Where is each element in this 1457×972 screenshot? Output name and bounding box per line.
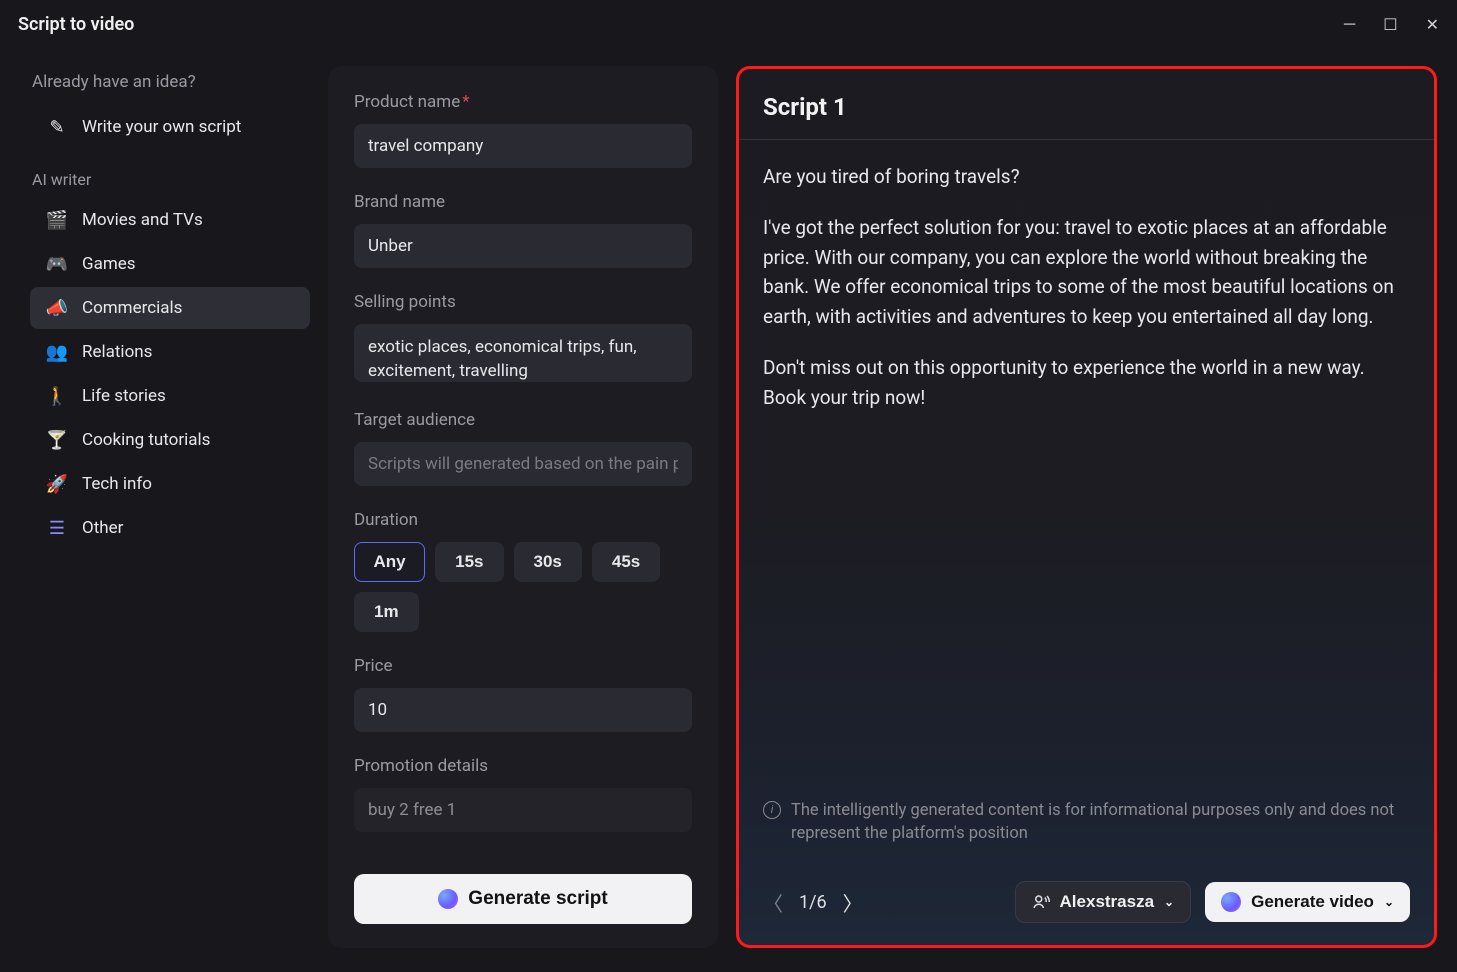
cocktail-icon: 🍸 [46,429,68,451]
promotion-input[interactable] [354,788,692,832]
maximize-button[interactable]: ☐ [1383,15,1397,34]
target-audience-input[interactable] [354,442,692,486]
app-window: Script to video ─ ☐ ✕ Already have an id… [0,0,1457,972]
gamepad-icon: 🎮 [46,253,68,275]
sidebar: Already have an idea? ✎ Write your own s… [30,66,310,948]
sparkle-icon [438,889,458,909]
sidebar-item-label: Cooking tutorials [82,430,210,450]
list-icon: ☰ [46,517,68,539]
voice-selector[interactable]: Alexstrasza ⌄ [1015,881,1192,923]
generate-video-button[interactable]: Generate video ⌄ [1205,882,1410,922]
sidebar-item-commercials[interactable]: 📣 Commercials [30,287,310,329]
footer-right: Alexstrasza ⌄ Generate video ⌄ [1015,881,1410,923]
sidebar-item-tech[interactable]: 🚀 Tech info [30,463,310,505]
product-name-input[interactable] [354,124,692,168]
sidebar-item-label: Tech info [82,474,152,494]
script-paragraph: I've got the perfect solution for you: t… [763,213,1410,331]
brand-name-input[interactable] [354,224,692,268]
generate-script-button[interactable]: Generate script [354,874,692,924]
content-area: Already have an idea? ✎ Write your own s… [0,48,1457,972]
sidebar-item-label: Other [82,518,123,538]
generate-script-label: Generate script [468,888,607,910]
window-controls: ─ ☐ ✕ [1344,14,1439,34]
generate-video-label: Generate video [1251,892,1374,912]
sidebar-item-label: Commercials [82,298,182,318]
script-paragraph: Are you tired of boring travels? [763,162,1410,191]
sidebar-item-label: Life stories [82,386,166,406]
people-icon: 👥 [46,341,68,363]
pager-next[interactable]: 〉 [843,888,863,917]
pager-count: 1/6 [799,892,827,913]
person-walk-icon: 🚶 [46,385,68,407]
chevron-down-icon: ⌄ [1384,895,1394,909]
selling-points-label: Selling points [354,292,692,312]
sidebar-item-label: Movies and TVs [82,210,203,230]
sidebar-ai-heading: AI writer [32,170,310,189]
voice-icon [1032,893,1050,911]
rocket-icon: 🚀 [46,473,68,495]
sidebar-item-other[interactable]: ☰ Other [30,507,310,549]
output-panel: Script 1 Are you tired of boring travels… [736,66,1437,948]
brand-name-label: Brand name [354,192,692,212]
voice-name: Alexstrasza [1060,892,1155,912]
duration-chip-30s[interactable]: 30s [514,542,582,582]
script-title: Script 1 [763,93,1410,121]
sidebar-item-write-own[interactable]: ✎ Write your own script [30,106,310,148]
promotion-label: Promotion details [354,756,692,776]
disclaimer: i The intelligently generated content is… [739,789,1434,867]
close-button[interactable]: ✕ [1426,15,1439,34]
sidebar-item-label: Relations [82,342,152,362]
script-body: Are you tired of boring travels? I've go… [739,140,1434,789]
window-title: Script to video [18,14,134,35]
megaphone-icon: 📣 [46,297,68,319]
sidebar-item-life-stories[interactable]: 🚶 Life stories [30,375,310,417]
titlebar: Script to video ─ ☐ ✕ [0,0,1457,48]
form-scroll[interactable]: Product name* Brand name Selling points … [328,66,718,854]
sidebar-item-relations[interactable]: 👥 Relations [30,331,310,373]
sparkle-icon [1221,892,1241,912]
form-footer: Generate script [328,854,718,948]
output-header: Script 1 [739,69,1434,140]
sidebar-item-cooking[interactable]: 🍸 Cooking tutorials [30,419,310,461]
chevron-down-icon: ⌄ [1164,895,1174,909]
disclaimer-text: The intelligently generated content is f… [791,799,1410,845]
sidebar-item-movies[interactable]: 🎬 Movies and TVs [30,199,310,241]
duration-chip-15s[interactable]: 15s [435,542,503,582]
sidebar-item-label: Games [82,254,136,274]
sidebar-item-games[interactable]: 🎮 Games [30,243,310,285]
selling-points-input[interactable]: exotic places, economical trips, fun, ex… [354,324,692,382]
script-paragraph: Don't miss out on this opportunity to ex… [763,353,1410,412]
duration-chip-45s[interactable]: 45s [592,542,660,582]
duration-label: Duration [354,510,692,530]
duration-chip-1m[interactable]: 1m [354,592,419,632]
info-icon: i [763,801,781,819]
output-footer: 〈 1/6 〉 Alexstrasza ⌄ Generate video [739,867,1434,945]
pager-prev[interactable]: 〈 [763,888,783,917]
price-label: Price [354,656,692,676]
sidebar-idea-heading: Already have an idea? [30,72,310,92]
form-panel: Product name* Brand name Selling points … [328,66,718,948]
price-input[interactable] [354,688,692,732]
target-audience-label: Target audience [354,410,692,430]
sidebar-item-label: Write your own script [82,117,241,137]
pager: 〈 1/6 〉 [763,888,863,917]
pencil-icon: ✎ [46,116,68,138]
duration-chips: Any 15s 30s 45s 1m [354,542,692,632]
clapperboard-icon: 🎬 [46,209,68,231]
product-name-label: Product name* [354,92,692,112]
minimize-button[interactable]: ─ [1344,14,1355,34]
duration-chip-any[interactable]: Any [354,542,425,582]
